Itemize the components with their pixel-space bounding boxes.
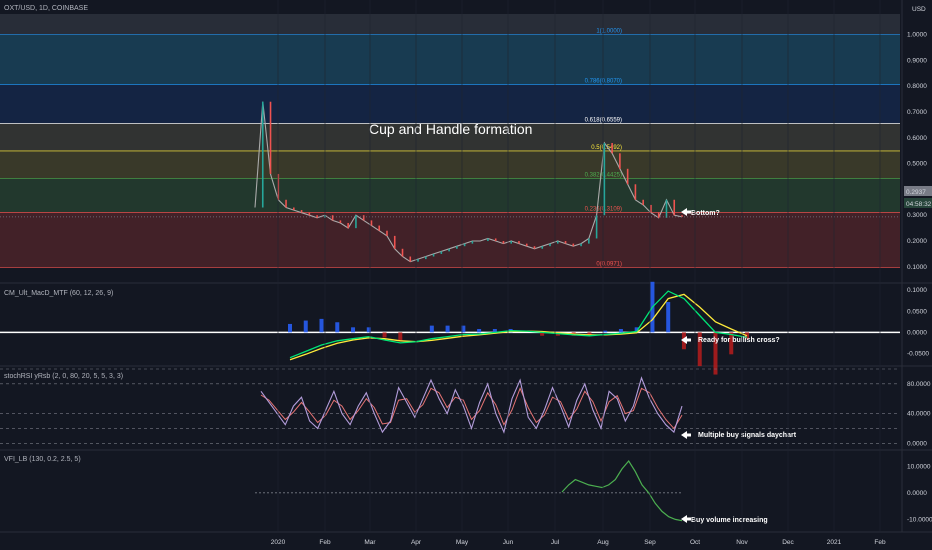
price-axis-tick: 0.8000	[907, 83, 927, 90]
bottom-annotation: Bottom?	[691, 210, 720, 217]
macd-histogram-bar	[335, 322, 340, 333]
time-axis-label: Apr	[411, 539, 422, 546]
time-axis-label: Sep	[644, 539, 656, 546]
stochrsi-axis-tick: 0.0000	[907, 440, 927, 447]
fib-level-label: 1(1.0000)	[596, 29, 622, 35]
fib-band	[0, 14, 900, 35]
macd-histogram-bar	[445, 325, 450, 333]
macd-histogram-bar	[303, 320, 308, 333]
macd-axis-tick: 0.0000	[907, 329, 927, 336]
macd-axis-tick: -0.0500	[907, 350, 929, 357]
fib-band	[0, 34, 900, 85]
macd-histogram-bar	[429, 325, 434, 333]
time-axis-label: 2020	[271, 539, 286, 546]
time-axis-label: 2021	[827, 539, 842, 546]
fib-level-label: 0.786(0.8070)	[585, 78, 622, 84]
vfi-annotation: Buy volume increasing	[691, 517, 768, 524]
time-axis-label: Nov	[736, 539, 748, 546]
macd-indicator-title: CM_Ult_MacD_MTF (60, 12, 26, 9)	[4, 290, 113, 297]
currency-label: USD	[912, 6, 926, 13]
vfi-indicator-title: VFI_LB (130, 0.2, 2.5, 5)	[4, 456, 81, 463]
price-axis-tick: 0.1000	[907, 264, 927, 271]
macd-histogram-bar	[618, 329, 623, 333]
time-axis-label: Oct	[690, 539, 700, 546]
vfi-axis-tick: -10.0000	[907, 516, 932, 523]
fib-level-label: 0(0.0971)	[596, 262, 622, 268]
price-axis-tick: 0.9000	[907, 57, 927, 64]
fib-level-label: 0.382(0.4425)	[585, 172, 622, 178]
macd-histogram-bar	[319, 318, 324, 333]
price-axis-tick: 0.6000	[907, 135, 927, 142]
time-axis-label: Jun	[503, 539, 514, 546]
macd-axis-tick: 0.1000	[907, 287, 927, 294]
tradingview-chart[interactable]: 1(1.0000)0.786(0.8070)0.618(0.6559)0.5(0…	[0, 0, 932, 550]
macd-histogram-bar	[351, 327, 356, 333]
fib-band	[0, 150, 900, 179]
stochrsi-axis-tick: 80.0000	[907, 381, 931, 388]
fib-band	[0, 178, 900, 213]
time-axis-label: Aug	[597, 539, 609, 546]
stochrsi-annotation: Multiple buy signals daychart	[698, 432, 797, 439]
time-axis-label: Dec	[782, 539, 794, 546]
symbol-label: OXT/USD, 1D, COINBASE	[4, 5, 88, 12]
stochrsi-indicator-title: stochRSI yRsb (2, 0, 80, 20, 5, 5, 3, 3)	[4, 373, 123, 380]
price-axis-tick: 1.0000	[907, 32, 927, 39]
price-axis-tick: 0.5000	[907, 161, 927, 168]
macd-axis-tick: 0.0500	[907, 308, 927, 315]
countdown-value: 04:58:32	[906, 201, 932, 208]
macd-histogram-bar	[666, 302, 671, 333]
price-axis-tick: 0.2000	[907, 238, 927, 245]
stochrsi-axis-tick: 40.0000	[907, 411, 931, 418]
macd-histogram-bar	[382, 332, 387, 338]
macd-histogram-bar	[477, 329, 482, 333]
time-axis-label: Feb	[874, 539, 886, 546]
fib-band	[0, 84, 900, 124]
fib-level-label: 0.236(0.3109)	[585, 206, 622, 212]
fib-band	[0, 212, 900, 268]
time-axis-label: Jul	[551, 539, 560, 546]
current-price-value: 0.2937	[906, 189, 926, 196]
macd-histogram-bar	[603, 330, 608, 333]
time-axis-label: Mar	[364, 539, 376, 546]
time-axis-label: Feb	[319, 539, 331, 546]
fib-level-label: 0.618(0.6559)	[585, 117, 622, 123]
macd-histogram-bar	[288, 323, 292, 333]
price-axis-tick: 0.3000	[907, 212, 927, 219]
price-axis-tick: 0.7000	[907, 109, 927, 116]
time-axis-label: May	[456, 539, 469, 546]
vfi-axis-tick: 10.0000	[907, 463, 931, 470]
macd-annotation: Ready for bullish cross?	[698, 337, 780, 344]
vfi-axis-tick: 0.0000	[907, 490, 927, 497]
macd-histogram-bar	[398, 332, 403, 341]
